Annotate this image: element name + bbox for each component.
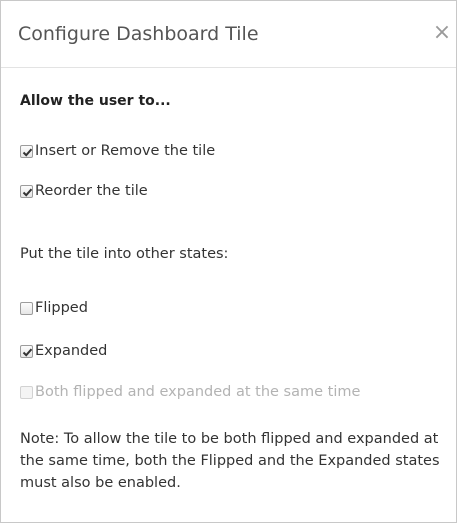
insert-remove-label: Insert or Remove the tile: [35, 143, 216, 159]
checkbox-unchecked-icon[interactable]: [20, 301, 33, 315]
allow-user-heading: Allow the user to...: [20, 93, 171, 109]
checkbox-checked-icon[interactable]: [20, 184, 33, 198]
note-text: Note: To allow the tile to be both flipp…: [20, 431, 440, 491]
flipped-label: Flipped: [35, 300, 88, 316]
dialog-header: Configure Dashboard Tile ×: [1, 1, 456, 68]
checkbox-checked-icon[interactable]: [20, 344, 33, 358]
checkbox-checked-icon[interactable]: [20, 144, 33, 158]
expanded-label: Expanded: [35, 343, 108, 359]
flipped-checkbox[interactable]: Flipped: [20, 298, 88, 318]
insert-remove-checkbox[interactable]: Insert or Remove the tile: [20, 141, 215, 161]
both-flipped-expanded-label: Both flipped and expanded at the same ti…: [35, 384, 361, 400]
states-prompt: Put the tile into other states:: [20, 246, 229, 262]
both-flipped-expanded-checkbox: Both flipped and expanded at the same ti…: [20, 382, 360, 402]
checkbox-disabled-icon: [20, 385, 33, 399]
reorder-checkbox[interactable]: Reorder the tile: [20, 181, 148, 201]
configure-tile-dialog: Configure Dashboard Tile × Allow the use…: [0, 0, 457, 523]
close-icon[interactable]: ×: [431, 19, 453, 47]
dialog-title: Configure Dashboard Tile: [18, 23, 259, 45]
reorder-label: Reorder the tile: [35, 183, 148, 199]
expanded-checkbox[interactable]: Expanded: [20, 341, 107, 361]
